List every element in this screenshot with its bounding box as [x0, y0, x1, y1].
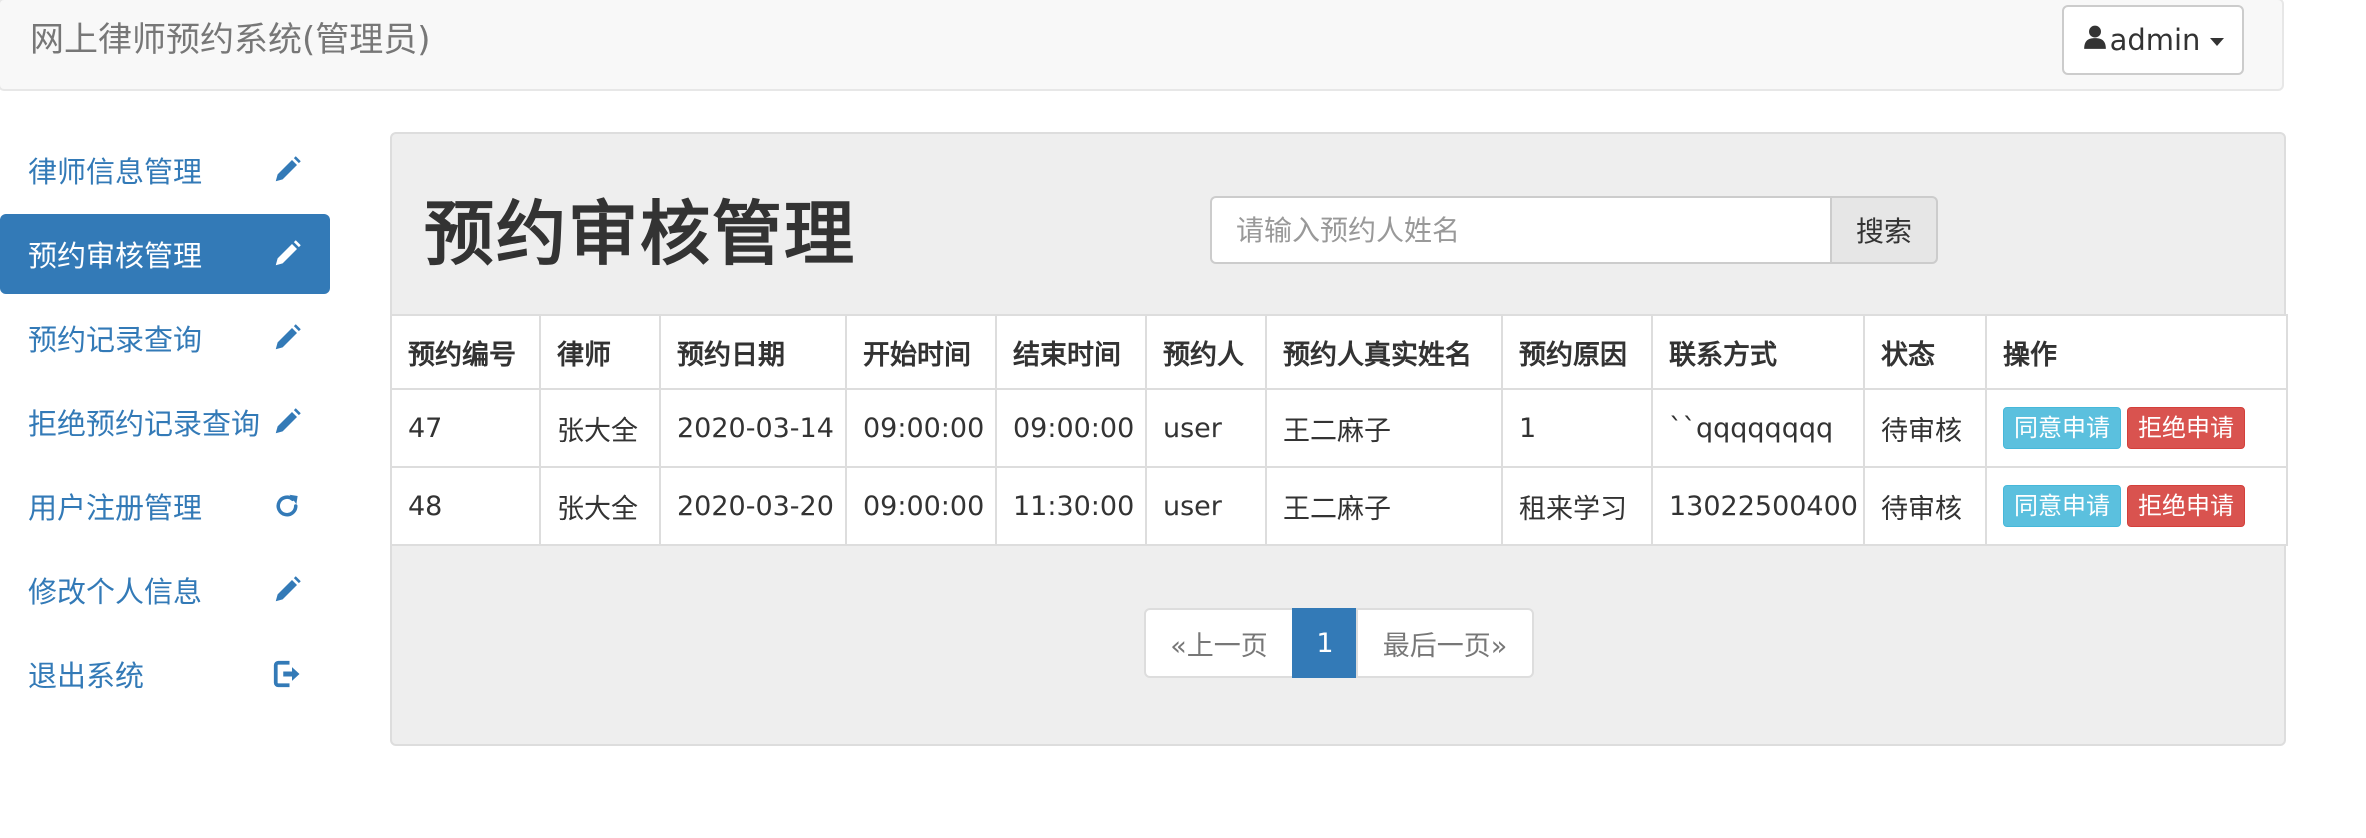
cell-contact: ``qqqqqqqq: [1651, 388, 1865, 468]
column-header: 预约人: [1145, 314, 1267, 390]
cell-status: 待审核: [1863, 466, 1987, 546]
caret-down-icon: [2210, 38, 2225, 46]
sidebar-item-rejected-records[interactable]: 拒绝预约记录查询: [0, 382, 330, 462]
sidebar-item-label: 预约审核管理: [28, 239, 203, 273]
column-header: 开始时间: [845, 314, 997, 390]
logout-icon: [272, 659, 302, 689]
sidebar: 律师信息管理 预约审核管理 预约记录查询 拒绝预约记录查询 用户注册管理 修改个…: [0, 130, 330, 718]
cell-actions: 同意申请 拒绝申请: [1985, 466, 2288, 546]
table-row: 48 张大全 2020-03-20 09:00:00 11:30:00 user…: [390, 466, 2288, 546]
column-header: 预约编号: [390, 314, 541, 390]
agree-button[interactable]: 同意申请: [2003, 407, 2121, 449]
search-group: 搜索: [1210, 196, 1938, 264]
sidebar-item-label: 拒绝预约记录查询: [28, 407, 261, 441]
sidebar-item-label: 预约记录查询: [28, 323, 203, 357]
cell-end-time: 09:00:00: [995, 388, 1147, 468]
cell-reason: 租来学习: [1501, 466, 1653, 546]
reject-button[interactable]: 拒绝申请: [2127, 407, 2245, 449]
page-title: 预约审核管理: [424, 193, 856, 275]
sidebar-item-label: 退出系统: [28, 659, 145, 693]
table-row: 47 张大全 2020-03-14 09:00:00 09:00:00 user…: [390, 388, 2288, 468]
cell-date: 2020-03-20: [659, 466, 847, 546]
column-header: 联系方式: [1651, 314, 1865, 390]
cell-contact: 13022500400: [1651, 466, 1865, 546]
column-header: 预约原因: [1501, 314, 1653, 390]
sidebar-item-label: 修改个人信息: [28, 575, 203, 609]
cell-start-time: 09:00:00: [845, 466, 997, 546]
cell-actions: 同意申请 拒绝申请: [1985, 388, 2288, 468]
pencil-icon: [272, 155, 302, 185]
pencil-icon: [272, 323, 302, 353]
sidebar-item-lawyer-info[interactable]: 律师信息管理: [0, 130, 330, 210]
cell-id: 47: [390, 388, 541, 468]
column-header: 结束时间: [995, 314, 1147, 390]
user-icon: [2082, 23, 2108, 57]
last-page-link[interactable]: 最后一页»: [1356, 608, 1534, 678]
cell-real-name: 王二麻子: [1265, 466, 1503, 546]
pagination: «上一页 1 最后一页»: [1144, 608, 1534, 678]
search-input[interactable]: [1210, 196, 1830, 264]
sidebar-item-label: 律师信息管理: [28, 155, 203, 189]
main-panel: 预约审核管理 搜索 预约编号 律师 预约日期 开始时间 结束时间 预约人 预约人…: [390, 132, 2288, 746]
sidebar-item-user-registration[interactable]: 用户注册管理: [0, 466, 330, 546]
reject-button[interactable]: 拒绝申请: [2127, 485, 2245, 527]
app-brand[interactable]: 网上律师预约系统(管理员): [30, 16, 431, 64]
cell-lawyer: 张大全: [539, 388, 661, 468]
user-name: admin: [2109, 23, 2201, 57]
sidebar-item-logout[interactable]: 退出系统: [0, 634, 330, 714]
user-menu-button[interactable]: admin: [2062, 5, 2244, 75]
cell-start-time: 09:00:00: [845, 388, 997, 468]
prev-page-link[interactable]: «上一页: [1144, 608, 1294, 678]
cell-end-time: 11:30:00: [995, 466, 1147, 546]
refresh-icon: [272, 491, 302, 521]
agree-button[interactable]: 同意申请: [2003, 485, 2121, 527]
cell-real-name: 王二麻子: [1265, 388, 1503, 468]
cell-status: 待审核: [1863, 388, 1987, 468]
column-header: 预约人真实姓名: [1265, 314, 1503, 390]
column-header: 预约日期: [659, 314, 847, 390]
sidebar-item-label: 用户注册管理: [28, 491, 203, 525]
cell-user: user: [1145, 466, 1267, 546]
top-navbar: 网上律师预约系统(管理员) admin: [0, 0, 2284, 91]
sidebar-item-appointment-review[interactable]: 预约审核管理: [0, 214, 330, 294]
column-header: 操作: [1985, 314, 2288, 390]
cell-user: user: [1145, 388, 1267, 468]
appointment-table: 预约编号 律师 预约日期 开始时间 结束时间 预约人 预约人真实姓名 预约原因 …: [390, 314, 2288, 546]
cell-lawyer: 张大全: [539, 466, 661, 546]
pencil-icon: [272, 239, 302, 269]
pencil-icon: [272, 575, 302, 605]
cell-reason: 1: [1501, 388, 1653, 468]
table-header-row: 预约编号 律师 预约日期 开始时间 结束时间 预约人 预约人真实姓名 预约原因 …: [390, 314, 2288, 390]
column-header: 状态: [1863, 314, 1987, 390]
current-page-link[interactable]: 1: [1292, 608, 1358, 678]
cell-date: 2020-03-14: [659, 388, 847, 468]
pencil-icon: [272, 407, 302, 437]
cell-id: 48: [390, 466, 541, 546]
column-header: 律师: [539, 314, 661, 390]
sidebar-item-edit-profile[interactable]: 修改个人信息: [0, 550, 330, 630]
sidebar-item-appointment-records[interactable]: 预约记录查询: [0, 298, 330, 378]
search-button[interactable]: 搜索: [1830, 196, 1938, 264]
